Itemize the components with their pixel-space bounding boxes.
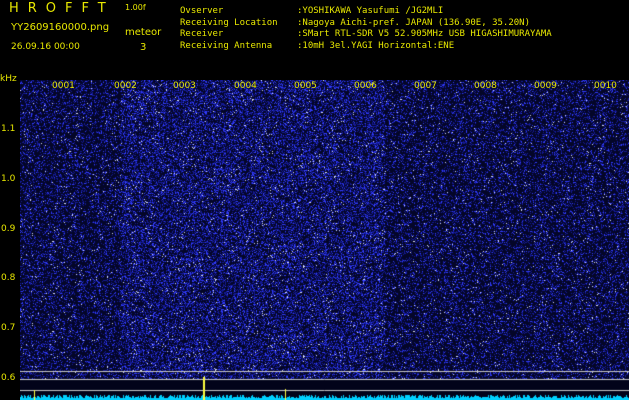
minute-label-0004: 0004: [234, 81, 257, 91]
info-value-receiver: :SMart RTL-SDR V5 52.905MHz USB HIGASHIM…: [297, 29, 552, 39]
info-value-antenna: :10mH 3el.YAGI Horizontal:ENE: [297, 40, 455, 51]
info-label-antenna: Receiving Antenna: [180, 40, 273, 51]
info-value-observer: :YOSHIKAWA Yasufumi /JG2MLI: [297, 6, 444, 16]
minute-label-0008: 0008: [474, 81, 497, 91]
minute-label-0001: 0001: [52, 81, 75, 91]
info-value-location: :Nagoya Aichi-pref. JAPAN (136.90E, 35.2…: [297, 17, 530, 28]
minute-label-0006: 0006: [354, 81, 377, 91]
app-title: HROFFT: [9, 1, 115, 16]
minute-label-0003: 0003: [173, 81, 196, 91]
spectrogram: [20, 80, 629, 400]
info-label-location: Receiving Location: [180, 17, 278, 28]
minute-label-0005: 0005: [294, 81, 317, 91]
y-tick-0-9: 0.9: [1, 224, 16, 234]
y-axis-unit: kHz: [0, 74, 17, 84]
spectrogram-canvas: [20, 80, 629, 400]
station-info-labels: Ovserver Receiving Location Receiver Rec…: [180, 6, 278, 52]
y-tick-0-8: 0.8: [1, 273, 16, 283]
minute-label-0010: 0010: [594, 81, 617, 91]
y-tick-0-6: 0.6: [1, 373, 16, 383]
app-version: 1.00f: [125, 3, 146, 12]
meteor-label: meteor: [125, 27, 162, 38]
minute-label-0007: 0007: [414, 81, 437, 91]
info-label-receiver: Receiver: [180, 29, 224, 39]
y-tick-0-7: 0.7: [1, 323, 16, 333]
minute-label-0009: 0009: [534, 81, 557, 91]
file-name: YY2609160000.png: [11, 22, 110, 33]
meteor-count: 3: [140, 42, 147, 53]
info-label-observer: Ovserver: [180, 6, 224, 16]
date-time: 26.09.16 00:00: [11, 42, 80, 52]
minute-label-0002: 0002: [114, 81, 137, 91]
y-tick-1-0: 1.0: [1, 174, 16, 184]
y-tick-1-1: 1.1: [1, 124, 16, 134]
station-info-values: :YOSHIKAWA Yasufumi /JG2MLI :Nagoya Aich…: [297, 6, 552, 52]
